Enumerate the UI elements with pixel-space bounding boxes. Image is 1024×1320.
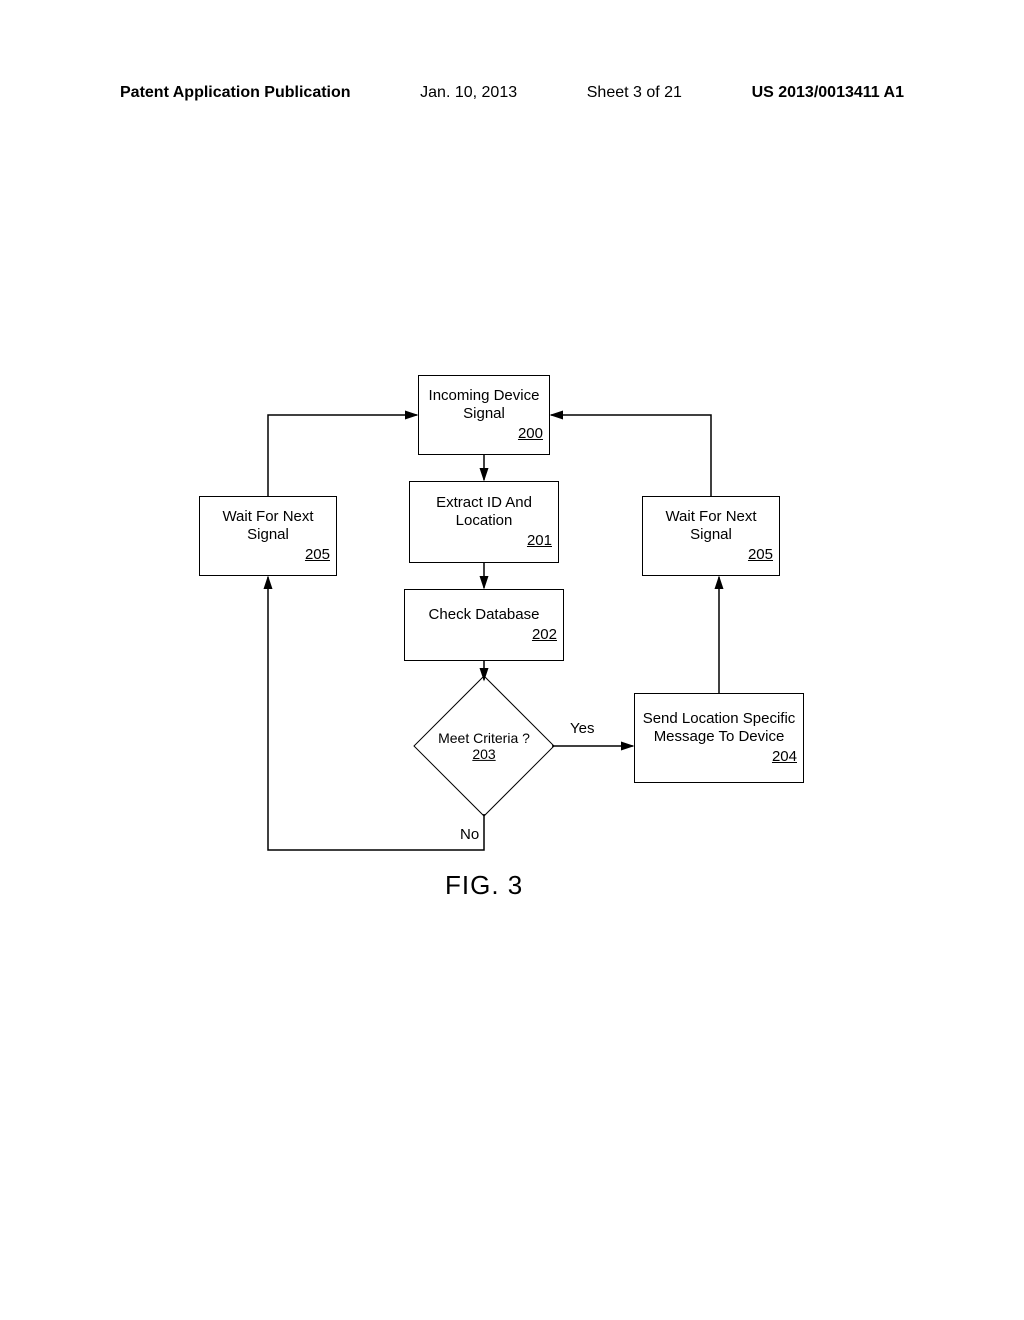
node-wait-next-signal-left: Wait For Next Signal 205 [199,496,337,576]
node-ref: 204 [772,748,797,766]
branch-yes-label: Yes [570,720,594,737]
node-incoming-device-signal: Incoming Device Signal 200 [418,375,550,455]
flowchart-diagram: Incoming Device Signal 200 Extract ID An… [0,0,1024,1320]
node-ref: 202 [532,626,557,644]
node-send-location-message: Send Location Specific Message To Device… [634,693,804,783]
node-extract-id-location: Extract ID And Location 201 [409,481,559,563]
node-text: Wait For Next Signal [649,508,773,544]
node-wait-next-signal-right: Wait For Next Signal 205 [642,496,780,576]
node-text: Wait For Next Signal [206,508,330,544]
node-ref: 201 [527,532,552,550]
node-check-database: Check Database 202 [404,589,564,661]
node-ref: 205 [305,546,330,564]
node-text: Extract ID And Location [416,494,552,530]
node-text: Incoming Device Signal [425,387,543,423]
node-ref: 205 [748,546,773,564]
node-meet-criteria: Meet Criteria ? 203 [434,696,534,796]
figure-label: FIG. 3 [445,870,523,901]
node-ref: 200 [518,425,543,443]
node-text: Send Location Specific Message To Device [641,710,797,746]
node-text: Meet Criteria ? 203 [424,730,544,762]
node-text: Check Database [411,606,557,624]
branch-no-label: No [460,826,479,843]
